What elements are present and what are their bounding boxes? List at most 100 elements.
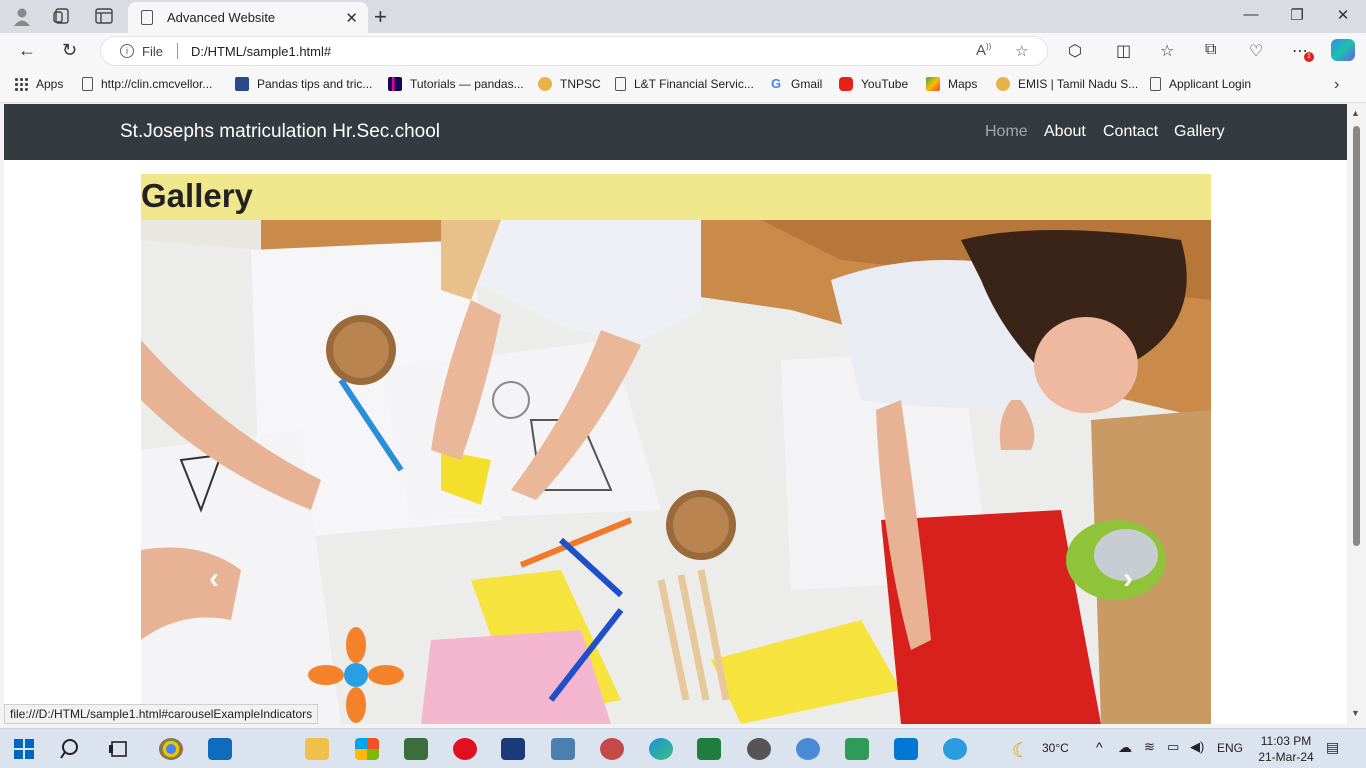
page-icon: [615, 77, 626, 91]
split-screen-icon[interactable]: ◫: [1116, 41, 1131, 61]
chevron-right-icon[interactable]: ›: [1334, 76, 1339, 94]
file-explorer-icon[interactable]: [305, 738, 329, 760]
pandas-icon: [388, 77, 402, 91]
tray-chevron-up-icon[interactable]: ^: [1096, 739, 1103, 755]
nav-link-about[interactable]: About: [1044, 123, 1086, 141]
nav-link-gallery[interactable]: Gallery: [1174, 123, 1225, 141]
address-url[interactable]: D:/HTML/sample1.html#: [191, 44, 331, 59]
vscode-icon[interactable]: [894, 738, 918, 760]
windows-start-icon[interactable]: [14, 739, 34, 759]
page-icon: [1150, 77, 1161, 91]
browser-essentials-icon[interactable]: ♡: [1249, 41, 1263, 61]
clock-time: 11:03 PM: [1260, 734, 1312, 748]
restore-icon[interactable]: ❐: [1282, 6, 1312, 24]
copilot-icon[interactable]: [1331, 39, 1355, 61]
site-navbar: St.Josephs matriculation Hr.Sec.chool Ho…: [4, 104, 1347, 160]
refresh-icon[interactable]: ↻: [62, 40, 77, 61]
notification-center-icon[interactable]: ▤: [1326, 739, 1339, 756]
app-icon[interactable]: [747, 738, 771, 760]
collections-icon[interactable]: ⧉: [1205, 41, 1216, 59]
bookmark-clin[interactable]: http://clin.cmcvellor...: [82, 77, 212, 91]
clock[interactable]: 11:03 PM 21-Mar-24: [1254, 733, 1318, 765]
workspaces-icon[interactable]: [50, 5, 74, 27]
windows-taskbar: ☾ 30°C ^ ☁ ≋ ▭ ◀) ENG 11:03 PM 21-Mar-24…: [0, 728, 1366, 768]
bookmark-applicant-login[interactable]: Applicant Login: [1150, 77, 1251, 91]
gallery-header: Gallery: [141, 174, 1211, 220]
page-icon: [141, 10, 153, 25]
address-bar[interactable]: i File D:/HTML/sample1.html# A)) ☆: [100, 36, 1048, 66]
scroll-down-icon[interactable]: ▼: [1351, 708, 1360, 718]
bookmarks-bar: Apps http://clin.cmcvellor... Pandas tip…: [0, 69, 1366, 103]
bookmark-gmail[interactable]: G Gmail: [769, 76, 822, 92]
scroll-thumb[interactable]: [1353, 126, 1360, 546]
favorites-icon[interactable]: ☆: [1160, 41, 1174, 61]
page-scrollbar[interactable]: ▲ ▼: [1347, 104, 1366, 724]
bookmark-emis[interactable]: EMIS | Tamil Nadu S...: [996, 77, 1138, 91]
page-icon: [82, 77, 93, 91]
favorite-star-icon[interactable]: ☆: [1015, 42, 1028, 60]
bookmark-apps[interactable]: Apps: [14, 77, 63, 91]
close-tab-icon[interactable]: ✕: [345, 9, 358, 27]
nav-link-home[interactable]: Home: [985, 123, 1028, 141]
excel-icon[interactable]: [697, 738, 721, 760]
emblem-icon: [538, 77, 552, 91]
edge-icon[interactable]: [649, 738, 673, 760]
bookmark-pandas-tips[interactable]: Pandas tips and tric...: [235, 77, 372, 91]
paint-icon[interactable]: [600, 738, 624, 760]
bookmark-lt-financial[interactable]: L&T Financial Servic...: [615, 77, 754, 91]
tds-icon: [235, 77, 249, 91]
language-indicator[interactable]: ENG: [1217, 741, 1243, 755]
python-icon[interactable]: [551, 738, 575, 760]
store-icon[interactable]: [355, 738, 379, 760]
new-tab-icon[interactable]: +: [374, 4, 387, 30]
emblem-icon: [996, 77, 1010, 91]
wifi-icon[interactable]: ≋: [1144, 739, 1155, 755]
weather-moon-icon[interactable]: ☾: [1012, 738, 1036, 762]
devcpp-icon[interactable]: [501, 738, 525, 760]
page-viewport: St.Josephs matriculation Hr.Sec.chool Ho…: [4, 104, 1347, 724]
address-divider: [176, 43, 178, 59]
onedrive-icon[interactable]: ☁: [1118, 739, 1132, 756]
carousel-next-icon[interactable]: ›: [1123, 562, 1133, 596]
browser-tab-bar: Advanced Website ✕ + — ❐ ✕: [0, 0, 1366, 33]
gallery-carousel[interactable]: ‹ ›: [141, 220, 1211, 724]
nav-link-contact[interactable]: Contact: [1103, 123, 1158, 141]
vertical-tabs-icon[interactable]: [92, 5, 116, 27]
clock-date: 21-Mar-24: [1258, 750, 1314, 764]
extensions-icon[interactable]: ⬡: [1068, 41, 1082, 61]
volume-icon[interactable]: ◀): [1190, 739, 1204, 755]
scroll-up-icon[interactable]: ▲: [1351, 108, 1360, 118]
apps-grid-icon: [14, 77, 28, 91]
tab-title: Advanced Website: [167, 10, 276, 25]
bookmark-tnpsc[interactable]: TNPSC: [538, 77, 601, 91]
back-arrow-icon[interactable]: ←: [18, 40, 36, 61]
status-bar-url: file:///D:/HTML/sample1.html#carouselExa…: [4, 704, 319, 724]
carousel-image: [141, 220, 1211, 724]
bookmark-youtube[interactable]: YouTube: [839, 77, 908, 91]
close-window-icon[interactable]: ✕: [1328, 6, 1358, 24]
sheets-icon[interactable]: [845, 738, 869, 760]
carousel-prev-icon[interactable]: ‹: [209, 562, 219, 596]
minimize-icon[interactable]: —: [1236, 6, 1266, 23]
chrome-icon[interactable]: [159, 738, 183, 760]
active-tab[interactable]: Advanced Website ✕: [128, 2, 368, 33]
info-icon[interactable]: i: [120, 44, 134, 58]
app-icon[interactable]: [943, 738, 967, 760]
app-icon[interactable]: [796, 738, 820, 760]
search-icon[interactable]: [60, 738, 84, 760]
address-scheme: File: [142, 43, 163, 59]
photos-icon[interactable]: [404, 738, 428, 760]
battery-icon[interactable]: ▭: [1167, 739, 1179, 755]
notification-badge: 1: [1304, 52, 1314, 62]
bookmark-pandas-tutorials[interactable]: Tutorials — pandas...: [388, 77, 524, 91]
weather-temp[interactable]: 30°C: [1042, 741, 1069, 755]
profile-icon[interactable]: [10, 5, 34, 27]
read-aloud-icon[interactable]: A)): [976, 42, 991, 59]
mail-icon[interactable]: [208, 738, 232, 760]
site-brand[interactable]: St.Josephs matriculation Hr.Sec.chool: [120, 121, 440, 143]
page-title: Gallery: [141, 177, 253, 214]
task-view-icon[interactable]: [108, 738, 132, 760]
google-icon: G: [770, 76, 782, 91]
bookmark-maps[interactable]: Maps: [926, 77, 977, 91]
opera-icon[interactable]: [453, 738, 477, 760]
